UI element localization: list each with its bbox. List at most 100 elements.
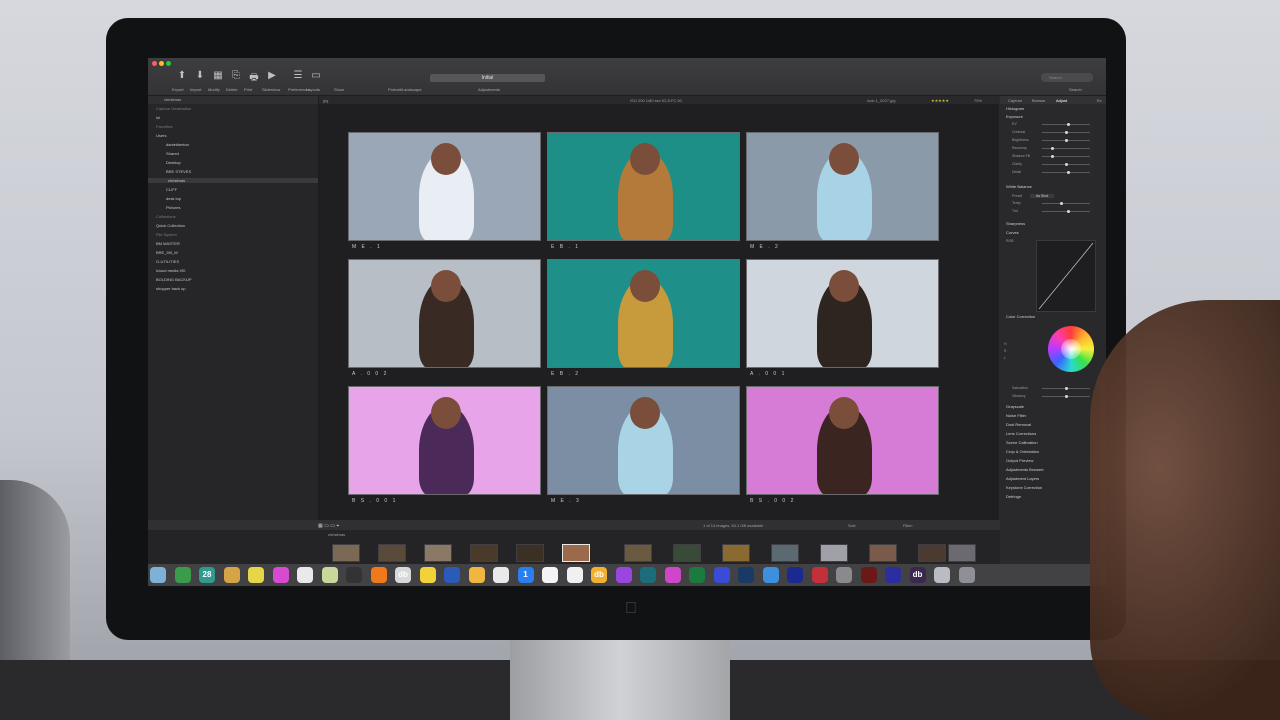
slider-knob[interactable] [1051, 155, 1054, 158]
library-path[interactable]: christmas [148, 96, 318, 104]
slider-knob[interactable] [1064, 387, 1068, 390]
filter-label[interactable]: Filter: [903, 523, 913, 528]
photo-thumbnail[interactable] [348, 386, 541, 495]
library-item[interactable]: Pictures [166, 205, 180, 210]
photoshop-icon[interactable] [444, 567, 460, 583]
filmstrip-thumbnail[interactable] [771, 544, 799, 562]
photo-thumbnail[interactable] [348, 259, 541, 368]
white-balance-section[interactable]: White Balance [1006, 184, 1032, 189]
sharpness-section[interactable]: Sharpness [1006, 221, 1025, 226]
db2-icon[interactable]: db [591, 567, 607, 583]
tab-export[interactable]: Ex [1097, 98, 1102, 103]
firefox-icon[interactable] [370, 567, 387, 583]
filmstrip-thumbnail[interactable] [378, 544, 406, 562]
tool-section[interactable]: Adjustments Browser [1006, 467, 1044, 472]
photo-thumbnail[interactable] [746, 259, 939, 368]
filmstrip-thumbnail[interactable] [869, 544, 897, 562]
library-item[interactable]: lcloud media HD [156, 268, 185, 273]
close-window-icon[interactable] [152, 61, 157, 66]
tool-section[interactable]: Keystone Correction [1006, 485, 1042, 490]
slider-knob[interactable] [1066, 210, 1070, 213]
mail-icon[interactable] [762, 567, 779, 583]
photo-thumbnail[interactable] [746, 386, 939, 495]
adjustment-slider[interactable] [1042, 395, 1090, 398]
ball-icon[interactable] [542, 567, 558, 583]
box-icon[interactable] [223, 567, 240, 583]
adjustment-slider[interactable] [1042, 155, 1090, 158]
zoom-level[interactable]: 75% [974, 98, 982, 103]
sketch-icon[interactable] [419, 567, 436, 583]
adjustment-slider[interactable] [1042, 387, 1090, 390]
slider-knob[interactable] [1051, 147, 1054, 150]
library-item[interactable]: BRE STEVES [166, 169, 191, 174]
calendar-icon[interactable]: 28 [199, 567, 215, 583]
pages-icon[interactable] [468, 567, 485, 583]
filmstrip-thumbnail[interactable] [820, 544, 848, 562]
library-item[interactable]: Desktop [166, 160, 181, 165]
db3-icon[interactable]: db [909, 567, 926, 583]
notes-icon[interactable] [248, 567, 264, 583]
toolbar-delete-icon[interactable]: ⎘ [226, 70, 246, 84]
toolbar-modify-icon[interactable]: ▦ [208, 70, 228, 84]
grid-view-icon[interactable]: ▦ ▭ ▭ ⌖ [318, 523, 339, 529]
cloud-icon[interactable] [934, 567, 950, 583]
library-item[interactable]: BOLDING BACKUP [156, 277, 192, 282]
curves-channel[interactable]: RGB [1006, 239, 1014, 243]
library-item[interactable]: G-UTILITIES [156, 259, 179, 264]
green-icon[interactable] [689, 567, 705, 583]
ball2-icon[interactable] [566, 567, 583, 583]
slider-knob[interactable] [1066, 171, 1070, 174]
terminal-icon[interactable] [346, 567, 362, 583]
tab-capture[interactable]: Capture [1008, 98, 1022, 103]
toolbar-import-icon[interactable]: ⬇ [190, 70, 210, 84]
tool-section[interactable]: Scene Calibration [1006, 440, 1038, 445]
teal-icon[interactable] [640, 567, 656, 583]
pink-icon[interactable] [664, 567, 681, 583]
tool-section[interactable]: Lens Corrections [1006, 431, 1036, 436]
toolbar-preferences-icon[interactable]: ☰ [288, 70, 308, 84]
tool-section[interactable]: Dust Removal [1006, 422, 1031, 427]
filmstrip-thumbnail[interactable] [332, 544, 360, 562]
tool-section[interactable]: Crop & Orientation [1006, 449, 1039, 454]
one-icon[interactable]: 1 [517, 567, 534, 583]
curves-section[interactable]: Curves [1006, 230, 1019, 235]
finder-icon[interactable] [150, 567, 166, 583]
slider-knob[interactable] [1064, 163, 1068, 166]
tab-adjust[interactable]: Adjust [1056, 98, 1067, 103]
filmstrip-thumbnail[interactable] [918, 544, 946, 562]
filmstrip-thumbnail[interactable] [722, 544, 750, 562]
adjustment-slider[interactable] [1042, 210, 1090, 213]
tool-section[interactable]: Output Preview [1006, 458, 1033, 463]
library-item[interactable]: christmas [148, 178, 318, 183]
library-item[interactable]: shopper back up [156, 286, 186, 291]
filmstrip-thumbnail[interactable] [516, 544, 544, 562]
adjustment-slider[interactable] [1042, 163, 1090, 166]
trash-icon[interactable] [958, 567, 975, 583]
sort-label[interactable]: Sort: [848, 523, 856, 528]
ps-icon[interactable] [738, 567, 754, 583]
slider-knob[interactable] [1064, 131, 1068, 134]
chrome-icon[interactable] [174, 567, 191, 583]
library-item[interactable]: desk top [166, 196, 181, 201]
library-item[interactable]: BRE_DB_M [156, 250, 178, 255]
tool-section[interactable]: Grayscale [1006, 404, 1024, 409]
blue-icon[interactable] [713, 567, 730, 583]
filmstrip-thumbnail[interactable] [673, 544, 701, 562]
filmstrip-thumbnail[interactable] [562, 544, 590, 562]
slider-knob[interactable] [1060, 202, 1063, 205]
toolbar-print-icon[interactable]: 🖶 [244, 70, 264, 84]
filmstrip-thumbnail[interactable] [624, 544, 652, 562]
darkred-icon[interactable] [860, 567, 877, 583]
search-input[interactable]: Search [1041, 73, 1093, 82]
slider-knob[interactable] [1066, 123, 1070, 126]
photo-thumbnail[interactable] [547, 259, 740, 368]
filmstrip-thumbnail[interactable] [424, 544, 452, 562]
rating-stars[interactable]: ★★★★★ [931, 98, 949, 103]
browser-path[interactable]: christmas [328, 532, 345, 537]
slider-knob[interactable] [1064, 139, 1068, 142]
curve-line[interactable] [1037, 241, 1095, 311]
numbers-icon[interactable] [493, 567, 509, 583]
db-icon[interactable]: db [395, 567, 411, 583]
tab-browse[interactable]: Browse [1032, 98, 1045, 103]
library-item[interactable]: CLIFF [166, 187, 177, 192]
